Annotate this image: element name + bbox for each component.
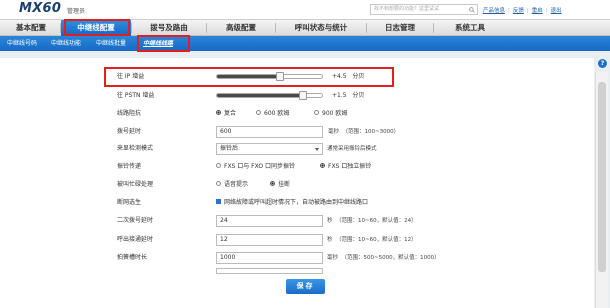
radio-icon[interactable] <box>256 110 261 115</box>
pstn-gain-label: 往 PSTN 增益 <box>117 92 155 99</box>
tab-advanced-config[interactable]: 高级配置 <box>207 20 275 36</box>
row-hook-flash: 拍簧槽时长 1000 毫秒 （范围：500~5000，默认值：1000） <box>0 250 594 266</box>
second-dial-delay-input[interactable]: 24 <box>216 215 323 227</box>
save-button[interactable]: 保存 <box>286 279 325 294</box>
caller-id-mode-label: 来显检测模式 <box>117 145 154 152</box>
second-dial-delay-label: 二次拨号延时 <box>117 217 154 224</box>
impedance-option-600[interactable]: 600 欧姆 <box>256 106 289 122</box>
sub-tab-trunk-number[interactable]: 中继线号码 <box>7 36 37 51</box>
disconnect-fallback-checkbox[interactable]: 网络故障或呼叫超时情况下，自动被路由到中继线路口 <box>216 195 368 211</box>
top-bar: MX60 管理员 找不到想要的功能？这里试试 产品信息 | 反馈 | 重启 | 退出 <box>0 0 610 19</box>
tab-log-management[interactable]: 日志管理 <box>367 20 433 36</box>
caller-id-mode-select[interactable]: 振铃后 <box>216 143 323 155</box>
row-impedance: 线路阻抗 复合 600 欧姆 900 欧姆 <box>0 106 594 122</box>
scroll-thumb[interactable] <box>598 82 606 272</box>
pstn-gain-slider-fill <box>217 94 303 97</box>
ip-gain-value: +4.5 分贝 <box>332 73 365 80</box>
link-logout[interactable]: 退出 <box>551 8 562 14</box>
row-next-partial <box>0 268 594 274</box>
pstn-gain-slider-handle[interactable] <box>299 91 307 100</box>
chevron-down-icon <box>315 148 319 151</box>
ring-mode-option-independent[interactable]: FXS 口独立振铃 <box>320 159 371 175</box>
busy-option-voice-prompt[interactable]: 语音提示 <box>216 177 248 193</box>
row-busy-handling: 被叫忙碌处理 语音提示 挂断 <box>0 177 594 193</box>
hook-flash-label: 拍簧槽时长 <box>117 254 148 261</box>
radio-icon[interactable] <box>216 181 221 186</box>
tab-dial-routing[interactable]: 拨号及路由 <box>132 20 206 36</box>
pstn-gain-value: +1.5 分贝 <box>332 92 365 99</box>
row-pstn-gain: 往 PSTN 增益 +1.5 分贝 <box>0 88 594 104</box>
dial-delay-hint: 毫秒 （范围：100~3000） <box>328 129 400 135</box>
hook-flash-hint: 毫秒 （范围：500~5000，默认值：1000） <box>327 255 440 261</box>
search-icon[interactable] <box>469 7 475 13</box>
busy-option-hang-up[interactable]: 挂断 <box>270 177 290 193</box>
link-feedback[interactable]: 反馈 <box>513 8 524 14</box>
ring-mode-label: 振铃传递 <box>117 163 142 170</box>
user-role: 管理员 <box>67 8 86 15</box>
ring-mode-option-sync[interactable]: FXS 口与 FXO 口同步振铃 <box>216 159 295 175</box>
main-nav: 基本配置 中继线配置 拨号及路由 高级配置 呼叫状态与统计 日志管理 系统工具 <box>0 19 610 36</box>
sub-tab-trunk-line[interactable]: 中继线线路 <box>143 36 173 51</box>
ip-gain-slider-handle[interactable] <box>276 72 284 81</box>
ip-gain-label: 往 IP 增益 <box>117 73 145 80</box>
radio-icon[interactable] <box>216 110 221 115</box>
radio-icon[interactable] <box>314 110 319 115</box>
call-connect-delay-label: 呼出接通延时 <box>117 236 154 243</box>
radio-icon[interactable] <box>216 163 221 168</box>
row-caller-id-mode: 来显检测模式 振铃后 通常采用振铃后模式 <box>0 141 594 157</box>
row-call-connect-delay: 呼出接通延时 12 秒 （范围：10~60，默认值：12） <box>0 232 594 248</box>
pstn-gain-slider[interactable] <box>216 91 323 100</box>
search-placeholder: 找不到想要的功能？这里试试 <box>374 6 440 12</box>
call-connect-delay-input[interactable]: 12 <box>216 234 323 246</box>
link-product-info[interactable]: 产品信息 <box>483 8 505 14</box>
caller-id-mode-hint: 通常采用振铃后模式 <box>327 146 377 152</box>
next-field-input[interactable] <box>216 268 323 274</box>
call-connect-delay-hint: 秒 （范围：10~60，默认值：12） <box>327 237 417 243</box>
ip-gain-slider[interactable] <box>216 72 323 81</box>
dial-delay-input[interactable]: 600 <box>216 126 323 138</box>
impedance-option-composite[interactable]: 复合 <box>216 106 236 122</box>
disconnect-fallback-label: 断网选生 <box>117 199 142 206</box>
search-input[interactable]: 找不到想要的功能？这里试试 <box>370 4 478 15</box>
help-icon[interactable]: ? <box>598 59 607 68</box>
row-dial-delay: 拨号延时 600 毫秒 （范围：100~3000） <box>0 124 594 140</box>
impedance-option-900[interactable]: 900 欧姆 <box>314 106 347 122</box>
second-dial-delay-hint: 秒 （范围：10~60，默认值：24） <box>327 218 417 224</box>
tab-trunk-config[interactable]: 中继线配置 <box>61 20 131 36</box>
sub-tab-trunk-function[interactable]: 中继线功能 <box>51 36 81 51</box>
impedance-label: 线路阻抗 <box>117 110 142 117</box>
scrollbar[interactable] <box>595 72 608 308</box>
top-links: 产品信息 | 反馈 | 重启 | 退出 <box>483 8 562 14</box>
row-ip-gain: 往 IP 增益 +4.5 分贝 <box>0 69 594 85</box>
row-disconnect-fallback: 断网选生 网络故障或呼叫超时情况下，自动被路由到中继线路口 <box>0 195 594 211</box>
busy-handling-label: 被叫忙碌处理 <box>117 181 154 188</box>
logo: MX60 <box>19 1 62 16</box>
tab-system-tools[interactable]: 系统工具 <box>434 20 506 36</box>
tab-call-status[interactable]: 呼叫状态与统计 <box>276 20 366 36</box>
hook-flash-input[interactable]: 1000 <box>216 252 323 264</box>
row-second-dial-delay: 二次拨号延时 24 秒 （范围：10~60，默认值：24） <box>0 213 594 229</box>
link-reboot[interactable]: 重启 <box>532 8 543 14</box>
row-ring-mode: 振铃传递 FXS 口与 FXO 口同步振铃 FXS 口独立振铃 <box>0 159 594 175</box>
checkbox-icon[interactable] <box>216 199 221 204</box>
sub-nav: 中继线号码 中继线功能 中继线批量 中继线线路 <box>0 36 610 51</box>
sub-tab-trunk-batch[interactable]: 中继线批量 <box>96 36 126 51</box>
radio-icon[interactable] <box>270 181 275 186</box>
radio-icon[interactable] <box>320 163 325 168</box>
dial-delay-label: 拨号延时 <box>117 128 142 135</box>
ip-gain-slider-fill <box>217 75 280 78</box>
tab-basic-config[interactable]: 基本配置 <box>2 20 60 36</box>
